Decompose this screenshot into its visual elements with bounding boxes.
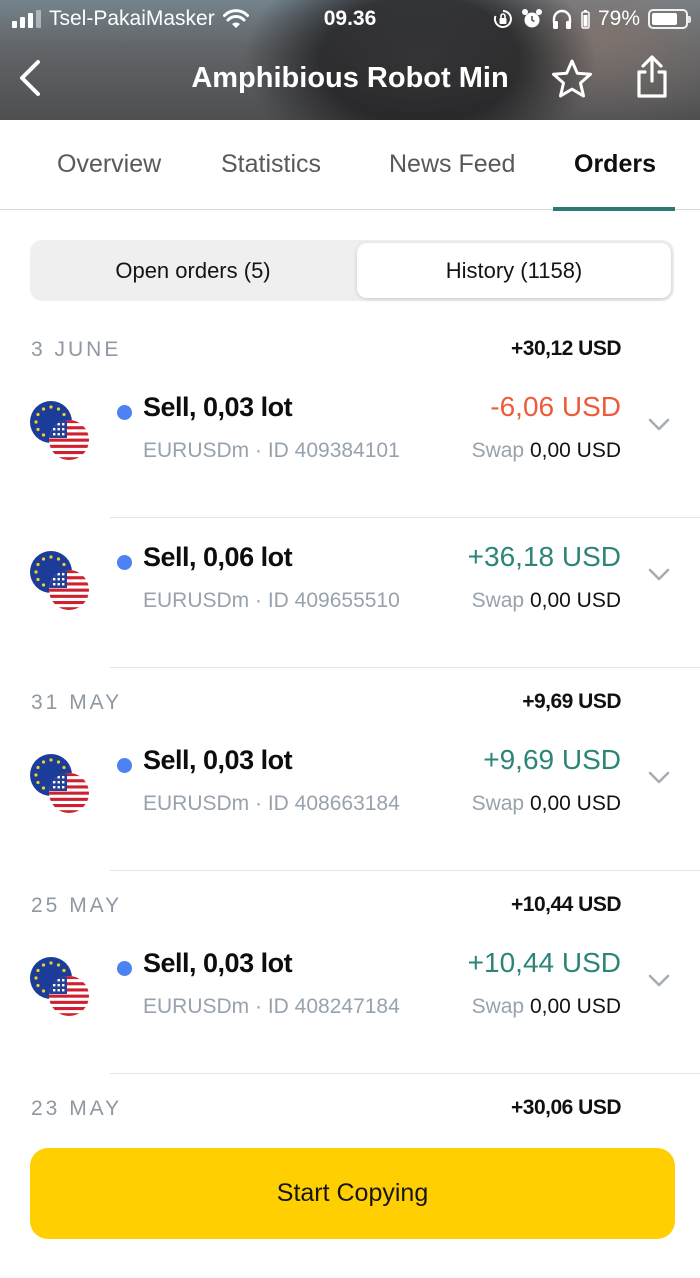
orders-segmented-control: Open orders (5) History (1158) xyxy=(30,240,674,301)
order-symbol-id: EURUSDm · ID 409384101 xyxy=(143,439,400,462)
tab-bar: Overview Statistics News Feed Orders xyxy=(0,120,700,211)
order-profit: +10,44 USD xyxy=(467,947,621,978)
tab-news-feed[interactable]: News Feed xyxy=(389,150,515,179)
order-side-volume: Sell, 0,03 lot xyxy=(143,948,293,978)
order-row[interactable]: Sell, 0,06 lot EURUSDm · ID 409655510 +3… xyxy=(0,518,700,668)
eurusd-flag-icon xyxy=(29,550,93,614)
order-side-volume: Sell, 0,06 lot xyxy=(143,542,293,572)
nav-bar: Amphibious Robot Min xyxy=(0,40,700,120)
segment-open-orders[interactable]: Open orders (5) xyxy=(33,243,353,298)
favorite-button[interactable] xyxy=(551,58,593,100)
eurusd-flag-icon xyxy=(29,753,93,817)
order-profit: +36,18 USD xyxy=(467,541,621,572)
date-total: +30,06 USD xyxy=(511,1096,622,1119)
divider xyxy=(110,870,700,871)
order-row[interactable]: Sell, 0,03 lot EURUSDm · ID 408663184 +9… xyxy=(0,721,700,871)
order-swap: Swap 0,00 USD xyxy=(471,589,621,612)
headphone-battery-icon xyxy=(581,10,590,29)
order-profit: -6,06 USD xyxy=(490,391,621,422)
divider xyxy=(110,667,700,668)
order-swap: Swap 0,00 USD xyxy=(471,792,621,815)
eurusd-flag-icon xyxy=(29,956,93,1020)
order-symbol-id: EURUSDm · ID 408663184 xyxy=(143,792,400,815)
alarm-icon xyxy=(521,9,542,28)
divider xyxy=(110,1073,700,1074)
segment-history[interactable]: History (1158) xyxy=(357,243,671,298)
date-group-header: 23 MAY +30,06 USD xyxy=(0,1089,700,1129)
eurusd-flag-icon xyxy=(29,400,93,464)
order-row[interactable]: Sell, 0,03 lot EURUSDm · ID 409384101 -6… xyxy=(0,368,700,518)
date-label: 23 MAY xyxy=(31,1097,123,1120)
chevron-down-icon[interactable] xyxy=(648,418,670,432)
tab-statistics[interactable]: Statistics xyxy=(221,150,321,179)
date-label: 25 MAY xyxy=(31,894,123,917)
order-symbol-id: EURUSDm · ID 408247184 xyxy=(143,995,400,1018)
rotation-lock-icon xyxy=(493,10,512,28)
order-swap: Swap 0,00 USD xyxy=(471,439,621,462)
date-group-header: 25 MAY +10,44 USD xyxy=(0,886,700,926)
active-tab-indicator xyxy=(553,207,675,211)
share-button[interactable] xyxy=(632,54,672,100)
headphones-icon xyxy=(552,9,572,29)
battery-percent: 79% xyxy=(597,7,640,30)
chevron-down-icon[interactable] xyxy=(648,974,670,988)
date-group-header: 31 MAY +9,69 USD xyxy=(0,683,700,723)
order-side-volume: Sell, 0,03 lot xyxy=(143,745,293,775)
order-symbol-id: EURUSDm · ID 409655510 xyxy=(143,589,400,612)
share-icon xyxy=(637,55,667,98)
date-total: +9,69 USD xyxy=(522,690,621,713)
order-row[interactable]: Sell, 0,03 lot EURUSDm · ID 408247184 +1… xyxy=(0,924,700,1074)
page-title: Amphibious Robot Min xyxy=(191,62,509,94)
start-copying-button[interactable]: Start Copying xyxy=(30,1148,675,1239)
bottom-action-bar: Start Copying xyxy=(0,1130,700,1278)
date-label: 31 MAY xyxy=(31,691,123,714)
date-group-header: 3 JUNE +30,12 USD xyxy=(0,330,700,370)
date-label: 3 JUNE xyxy=(31,338,122,361)
order-profit: +9,69 USD xyxy=(483,744,621,775)
date-total: +30,12 USD xyxy=(511,337,622,360)
status-bar: Tsel-PakaiMasker 09.36 79% xyxy=(0,0,700,40)
chevron-down-icon[interactable] xyxy=(648,568,670,582)
order-side-volume: Sell, 0,03 lot xyxy=(143,392,293,422)
battery-icon xyxy=(648,9,691,29)
header: Tsel-PakaiMasker 09.36 79% Amphibious Ro… xyxy=(0,0,700,120)
status-dot xyxy=(117,961,132,976)
date-total: +10,44 USD xyxy=(511,893,622,916)
chevron-down-icon[interactable] xyxy=(648,771,670,785)
tab-overview[interactable]: Overview xyxy=(57,150,161,179)
order-swap: Swap 0,00 USD xyxy=(471,995,621,1018)
tab-orders[interactable]: Orders xyxy=(574,150,656,179)
star-icon xyxy=(552,59,592,98)
status-dot xyxy=(117,555,132,570)
status-dot xyxy=(117,758,132,773)
status-dot xyxy=(117,405,132,420)
